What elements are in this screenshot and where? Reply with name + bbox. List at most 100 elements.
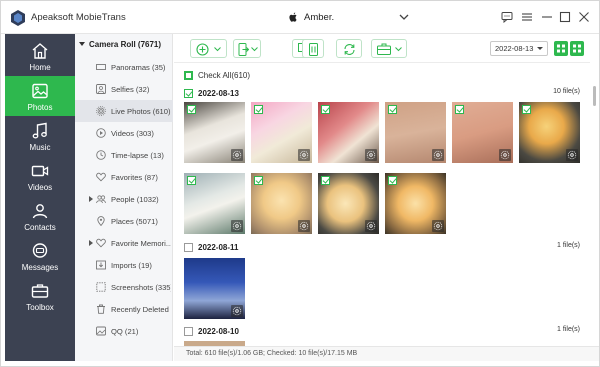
sync-button[interactable] [336,39,362,58]
photo-checkbox[interactable] [254,105,263,114]
photo-thumbnail[interactable] [385,173,446,234]
title-bar: Apeaksoft MobieTrans Amber. [1,1,599,34]
status-bar: Total: 610 file(s)/1.06 GB; Checked: 10 … [174,346,599,361]
import-icon [96,260,106,270]
grid-view-button[interactable] [554,41,568,56]
nav-item-videos[interactable]: Videos [5,156,75,196]
date-filter-select[interactable]: 2022-08-13 [490,41,548,56]
group-checkbox[interactable] [184,88,193,98]
panorama-icon [96,64,106,70]
add-button[interactable] [190,39,227,58]
live-photo-badge [231,220,243,232]
photo-checkbox[interactable] [455,105,464,114]
photo-checkbox[interactable] [388,176,397,185]
category-item-videos[interactable]: Videos (303) [75,122,173,144]
chevron-down-icon [251,47,258,52]
menu-icon[interactable] [521,11,533,23]
category-item-places[interactable]: Places (5071) [75,210,173,232]
photo-thumbnail[interactable] [184,173,245,234]
camera-roll-header[interactable]: Camera Roll (7671) [79,40,161,49]
category-item-selfies[interactable]: Selfies (32) [75,78,173,100]
delete-button[interactable] [302,39,324,58]
category-item-favorites[interactable]: Favorites (87) [75,166,173,188]
list-view-button[interactable] [570,41,584,56]
photo-thumbnail[interactable] [385,102,446,163]
nav-item-photos[interactable]: Photos [5,76,75,116]
toolbar: 2022-08-13 [174,34,590,63]
photo-checkbox[interactable] [388,105,397,114]
export-to-device-icon [238,43,249,56]
add-icon [196,43,209,56]
nav-item-toolbox[interactable]: Toolbox [5,276,75,316]
nav-item-messages[interactable]: Messages [5,236,75,276]
photo-thumbnail[interactable] [251,173,312,234]
group-checkbox[interactable] [184,242,193,252]
check-all-checkbox[interactable]: Check All(610) [184,71,250,80]
category-label: Live Photos (610) [111,107,171,116]
nav-label: Home [29,63,51,72]
album-icon [96,326,106,336]
group-file-count: 10 file(s) [553,88,580,95]
device-name: Amber. [304,12,335,23]
live-photo-badge [432,149,444,161]
vertical-scrollbar[interactable] [590,64,599,346]
category-item-recently-deleted[interactable]: Recently Deleted ... [75,298,173,320]
photo-checkbox[interactable] [321,105,330,114]
device-selector[interactable]: Amber. [288,12,334,23]
feedback-icon[interactable] [501,11,513,23]
photo-thumbnail[interactable] [184,258,245,319]
live-photo-icon [232,306,242,316]
live-photo-badge [365,220,377,232]
heart-icon [96,172,106,182]
export-to-device-button[interactable] [233,39,261,58]
nav-item-contacts[interactable]: Contacts [5,196,75,236]
category-item-qq[interactable]: QQ (21) [75,320,173,342]
photo-thumbnail[interactable] [318,173,379,234]
group-checkbox[interactable] [184,326,193,336]
check-all-box[interactable] [184,71,193,80]
category-label: Recently Deleted ... [111,305,171,314]
photo-thumbnail[interactable] [519,102,580,163]
nav-item-music[interactable]: Music [5,116,75,156]
nav-label: Contacts [24,223,56,232]
group-date: 2022-08-11 [198,242,239,252]
category-label: Selfies (32) [111,85,150,94]
video-icon [31,165,49,177]
category-label: Panoramas (35) [111,63,166,72]
category-label: QQ (21) [111,327,139,336]
category-item-favorite-memories[interactable]: Favorite Memori... [75,232,173,254]
category-item-time-lapse[interactable]: Time-lapse (13) [75,144,173,166]
photo-checkbox[interactable] [254,176,263,185]
photo-thumbnail[interactable] [251,102,312,163]
photo-thumbnail[interactable] [184,102,245,163]
nav-item-home[interactable]: Home [5,36,75,76]
photo-thumbnail[interactable] [318,102,379,163]
category-item-panoramas[interactable]: Panoramas (35) [75,56,173,78]
close-icon[interactable] [578,11,590,23]
category-item-live-photos[interactable]: Live Photos (610) [75,100,173,122]
timelapse-icon [96,150,106,160]
minimize-icon[interactable] [541,11,553,23]
heart-icon [96,238,106,248]
trash-icon [97,304,105,314]
maximize-icon[interactable] [559,11,571,23]
photo-checkbox[interactable] [187,105,196,114]
photo-checkbox[interactable] [187,176,196,185]
photo-checkbox[interactable] [321,176,330,185]
music-icon [32,122,47,139]
expand-arrow-icon[interactable] [89,240,93,246]
expand-arrow-icon[interactable] [89,196,93,202]
toolbox-button[interactable] [371,39,407,58]
category-item-imports[interactable]: Imports (19) [75,254,173,276]
photo-thumbnail[interactable] [452,102,513,163]
photo-checkbox[interactable] [522,105,531,114]
chevron-down-icon[interactable] [399,12,409,22]
video-icon [96,128,106,138]
category-label: Imports (19) [111,261,152,270]
category-item-screenshots[interactable]: Screenshots (335) [75,276,173,298]
category-label: Favorites (87) [111,173,158,182]
category-item-people[interactable]: People (1032) [75,188,173,210]
nav-label: Videos [27,183,53,192]
toolbox-icon [31,284,49,298]
scrollbar-thumb[interactable] [593,86,596,106]
